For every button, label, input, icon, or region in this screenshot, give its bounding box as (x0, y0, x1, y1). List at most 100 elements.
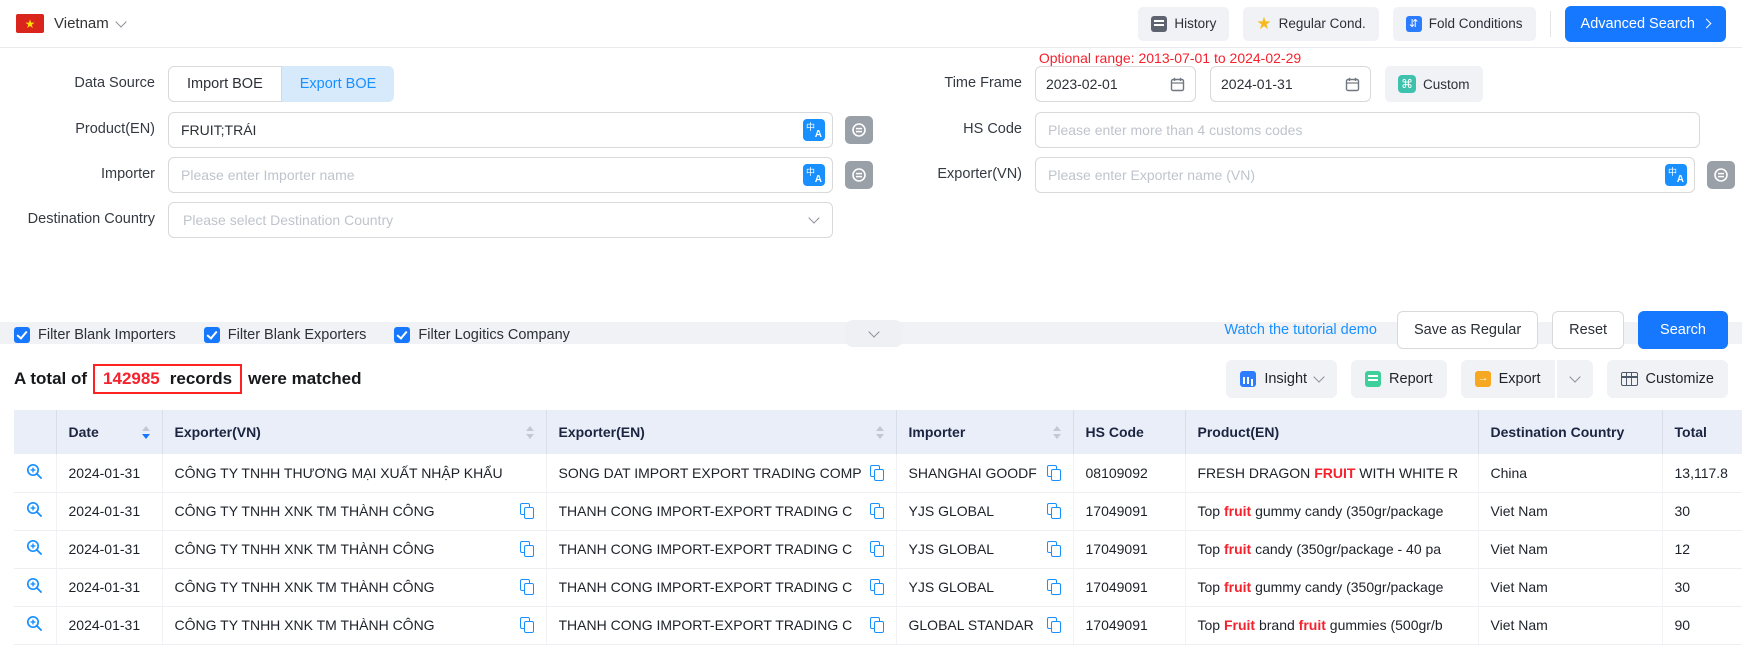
total-cell: 30 (1662, 568, 1742, 606)
copy-icon[interactable] (1047, 579, 1061, 595)
importer-input[interactable] (168, 157, 833, 193)
custom-button[interactable]: ⌘ Custom (1385, 66, 1483, 102)
column-header-content: HS Code (1086, 424, 1173, 440)
customize-button[interactable]: Customize (1607, 360, 1729, 398)
filter-checkboxes: Filter Blank Importers Filter Blank Expor… (14, 316, 570, 354)
calendar-icon (1345, 77, 1360, 92)
zoom-in-icon[interactable] (26, 615, 43, 632)
copy-icon[interactable] (870, 465, 884, 481)
product-text: WITH WHITE R (1355, 465, 1458, 481)
copy-icon[interactable] (1047, 503, 1061, 519)
sort-desc-icon[interactable] (1053, 434, 1061, 439)
sort-icons[interactable] (1053, 426, 1061, 439)
filter-checkbox-2[interactable]: Filter Logitics Company (394, 327, 570, 343)
sort-asc-icon[interactable] (1053, 426, 1061, 431)
sort-desc-icon[interactable] (526, 434, 534, 439)
translate-icon[interactable]: 中A (803, 119, 825, 141)
zoom-in-icon[interactable] (26, 501, 43, 518)
chevron-down-icon (868, 326, 879, 337)
checkbox-checked-icon[interactable] (394, 327, 410, 343)
checkbox-checked-icon[interactable] (14, 327, 30, 343)
sort-icons[interactable] (876, 426, 884, 439)
column-header-Importer[interactable]: Importer (896, 410, 1073, 454)
copy-icon[interactable] (870, 503, 884, 519)
results-actions: Insight Report Export Customize (1226, 360, 1728, 398)
checkbox-checked-icon[interactable] (204, 327, 220, 343)
records-word: records (170, 369, 232, 389)
sort-desc-icon[interactable] (142, 434, 150, 439)
date-from-value[interactable] (1046, 76, 1146, 92)
destination-placeholder: Please select Destination Country (183, 212, 393, 228)
exporter-input[interactable] (1035, 157, 1695, 193)
advanced-search-button[interactable]: Advanced Search (1565, 6, 1726, 42)
copy-icon[interactable] (870, 579, 884, 595)
column-header-Date[interactable]: Date (56, 410, 162, 454)
exact-match-toggle[interactable] (1707, 161, 1735, 189)
reset-button[interactable]: Reset (1552, 311, 1624, 349)
date-from-input[interactable] (1035, 66, 1196, 102)
sort-icons[interactable] (526, 426, 534, 439)
column-header-content: Destination Country (1491, 424, 1650, 440)
destination-cell: Viet Nam (1478, 492, 1662, 530)
column-header-Product(EN): Product(EN) (1185, 410, 1478, 454)
regular-cond-button[interactable]: ★ Regular Cond. (1243, 7, 1378, 41)
copy-icon[interactable] (520, 579, 534, 595)
tutorial-link[interactable]: Watch the tutorial demo (1224, 322, 1377, 338)
product-input[interactable] (168, 112, 833, 148)
copy-icon[interactable] (870, 541, 884, 557)
copy-icon[interactable] (1047, 541, 1061, 557)
zoom-in-icon[interactable] (26, 577, 43, 594)
copy-icon[interactable] (520, 541, 534, 557)
sort-icons[interactable] (142, 426, 150, 439)
history-button[interactable]: History (1138, 7, 1229, 41)
sort-asc-icon[interactable] (876, 426, 884, 431)
product-text: Top (1198, 541, 1224, 557)
filter-checkbox-1[interactable]: Filter Blank Exporters (204, 327, 367, 343)
highlighted-keyword: fruit (1224, 503, 1251, 519)
sort-desc-icon[interactable] (876, 434, 884, 439)
table-header-row: DateExporter(VN)Exporter(EN)Importer HS C… (14, 410, 1742, 454)
hs-code-input[interactable] (1035, 112, 1700, 148)
copy-icon[interactable] (520, 503, 534, 519)
collapse-form-button[interactable] (845, 320, 903, 347)
filter-checkbox-0[interactable]: Filter Blank Importers (14, 327, 176, 343)
save-as-regular-button[interactable]: Save as Regular (1397, 311, 1538, 349)
search-button[interactable]: Search (1638, 311, 1728, 349)
column-header-Exporter(EN)[interactable]: Exporter(EN) (546, 410, 896, 454)
sort-asc-icon[interactable] (526, 426, 534, 431)
insight-button[interactable]: Insight (1226, 360, 1337, 398)
export-boe-tab[interactable]: Export BOE (282, 66, 395, 102)
import-boe-tab[interactable]: Import BOE (168, 66, 282, 102)
date-to-value[interactable] (1221, 76, 1321, 92)
destination-select[interactable]: Please select Destination Country (168, 202, 833, 238)
exporter-en-cell-content: THANH CONG IMPORT-EXPORT TRADING C (559, 541, 884, 557)
copy-icon[interactable] (1047, 617, 1061, 633)
fold-conditions-button[interactable]: ⇵ Fold Conditions (1393, 7, 1536, 41)
zoom-in-icon[interactable] (26, 539, 43, 556)
report-button[interactable]: Report (1351, 360, 1447, 398)
results-table-wrap: DateExporter(VN)Exporter(EN)Importer HS C… (14, 410, 1742, 645)
country-selector[interactable]: Vietnam (54, 15, 125, 32)
destination-cell: Viet Nam (1478, 530, 1662, 568)
exporter-en-cell-text: SONG DAT IMPORT EXPORT TRADING COMP (559, 465, 862, 481)
exporter-label: Exporter(VN) (830, 166, 1022, 182)
exporter-vn-cell-content: CÔNG TY TNHH THƯƠNG MẠI XUẤT NHẬP KHẨU (175, 465, 534, 481)
table-row: 2024-01-31CÔNG TY TNHH XNK TM THÀNH CÔNG… (14, 606, 1742, 644)
copy-icon[interactable] (870, 617, 884, 633)
zoom-in-icon[interactable] (26, 463, 43, 480)
copy-icon[interactable] (1047, 465, 1061, 481)
sort-asc-icon[interactable] (142, 426, 150, 431)
export-options-button[interactable] (1557, 360, 1593, 398)
highlighted-keyword: Fruit (1224, 617, 1255, 633)
product-text: Top (1198, 617, 1224, 633)
total-cell: 13,117.8 (1662, 454, 1742, 492)
column-header-Exporter(VN)[interactable]: Exporter(VN) (162, 410, 546, 454)
translate-icon[interactable]: 中A (803, 164, 825, 186)
product-text: brand (1255, 617, 1299, 633)
exporter-vn-cell: CÔNG TY TNHH XNK TM THÀNH CÔNG (162, 568, 546, 606)
date-to-input[interactable] (1210, 66, 1371, 102)
translate-icon[interactable]: 中A (1665, 164, 1687, 186)
export-button[interactable]: Export (1461, 360, 1555, 398)
copy-icon[interactable] (520, 617, 534, 633)
exporter-en-cell: THANH CONG IMPORT-EXPORT TRADING C (546, 568, 896, 606)
